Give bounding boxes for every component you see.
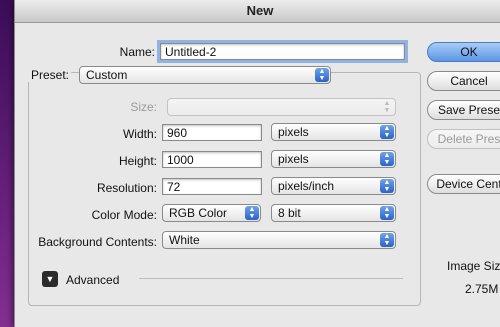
resolution-unit-select[interactable]: pixels/inch ▲ ▼ — [271, 177, 396, 195]
color-mode-value: RGB Color — [169, 206, 228, 220]
resolution-field[interactable]: 72 — [162, 178, 262, 195]
height-field[interactable]: 1000 — [162, 151, 262, 168]
title-bar[interactable]: New — [15, 0, 500, 23]
new-document-dialog: New Name: Untitled-2 Preset: Custom ▲ ▼ S… — [14, 0, 500, 327]
advanced-divider — [139, 278, 403, 279]
background-contents-value: White — [169, 233, 200, 247]
updown-arrows-icon: ▲ ▼ — [380, 206, 394, 220]
width-unit-value: pixels — [278, 125, 309, 139]
preset-label: Preset: — [15, 68, 71, 82]
save-preset-button[interactable]: Save Prese — [427, 100, 500, 120]
image-size-value: 2.75M — [465, 282, 499, 296]
updown-arrows-icon: ▲ ▼ — [315, 68, 329, 82]
name-label: Name: — [119, 45, 155, 59]
size-select: ▲ ▼ — [167, 98, 396, 116]
bit-depth-value: 8 bit — [278, 206, 301, 220]
updown-arrows-icon: ▲ ▼ — [380, 179, 394, 193]
image-size-label: Image Siz — [447, 259, 500, 273]
disclosure-triangle-icon[interactable]: ▼ — [42, 271, 58, 287]
width-label: Width: — [122, 127, 157, 141]
updown-arrows-icon: ▲ ▼ — [380, 125, 394, 139]
preset-select[interactable]: Custom ▲ ▼ — [79, 66, 331, 84]
width-unit-select[interactable]: pixels ▲ ▼ — [271, 123, 396, 141]
updown-arrows-icon: ▲ ▼ — [380, 233, 394, 247]
background-contents-label: Background Contents: — [38, 235, 157, 249]
bit-depth-select[interactable]: 8 bit ▲ ▼ — [271, 204, 396, 222]
device-central-button[interactable]: Device Cent — [427, 174, 500, 194]
height-unit-value: pixels — [278, 152, 309, 166]
delete-preset-button: Delete Pres — [427, 129, 500, 149]
advanced-label: Advanced — [66, 273, 120, 287]
name-field[interactable]: Untitled-2 — [157, 40, 408, 63]
resolution-unit-value: pixels/inch — [278, 179, 335, 193]
cancel-button[interactable]: Cancel — [427, 71, 500, 91]
width-field[interactable]: 960 — [162, 124, 262, 141]
preset-value: Custom — [86, 68, 128, 82]
ok-button[interactable]: OK — [427, 42, 500, 62]
updown-arrows-icon: ▲ ▼ — [245, 206, 259, 220]
color-mode-label: Color Mode: — [91, 208, 157, 222]
updown-arrows-icon: ▲ ▼ — [383, 100, 391, 114]
height-label: Height: — [118, 154, 157, 168]
resolution-label: Resolution: — [96, 181, 157, 195]
updown-arrows-icon: ▲ ▼ — [380, 152, 394, 166]
size-label: Size: — [130, 100, 157, 114]
color-mode-select[interactable]: RGB Color ▲ ▼ — [162, 204, 261, 222]
dialog-title: New — [246, 3, 274, 18]
background-contents-select[interactable]: White ▲ ▼ — [162, 231, 396, 249]
height-unit-select[interactable]: pixels ▲ ▼ — [271, 150, 396, 168]
